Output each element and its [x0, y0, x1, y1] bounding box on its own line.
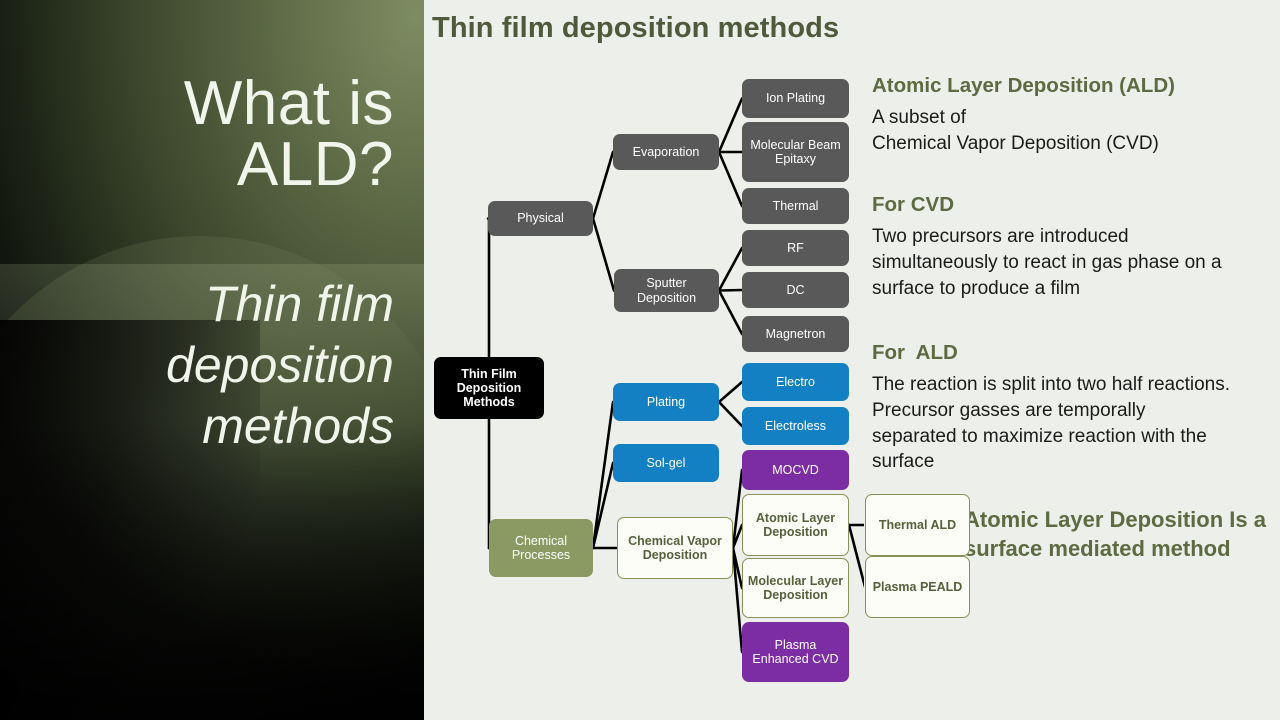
tree-node-label: RF — [787, 240, 804, 255]
tree-node-label: Chemical Vapor Deposition — [628, 533, 722, 562]
edge-sputter-to-dc — [717, 288, 744, 292]
tree-node-thermal[interactable]: Thermal — [742, 188, 849, 224]
edge-plating-to-electroless — [717, 400, 744, 428]
tree-node-label: Plating — [646, 394, 686, 409]
edge-sputter-to-rf — [717, 246, 744, 292]
tree-node-rf[interactable]: RF — [742, 230, 849, 266]
tree-node-label: Sol-gel — [646, 455, 686, 470]
tree-node-pealdnode[interactable]: Plasma PEALD — [865, 556, 970, 618]
tree-node-mld[interactable]: Molecular Layer Deposition — [742, 558, 849, 618]
note-body-for-ald: The reaction is split into two half reac… — [872, 374, 1231, 473]
closing-statement: Atomic Layer Deposition Is a surface med… — [964, 507, 1266, 562]
tree-node-label: Thermal ALD — [878, 517, 957, 532]
tree-node-mocvd[interactable]: MOCVD — [742, 450, 849, 490]
note-heading-for-ald: For ALD — [872, 341, 958, 364]
edge-plating-to-electro — [717, 380, 744, 404]
edge-evaporation-to-ionplating — [717, 97, 744, 154]
note-heading-ald: Atomic Layer Deposition (ALD) — [872, 74, 1175, 97]
edge-evaporation-to-thermal — [717, 150, 744, 208]
tree-node-label: Physical — [517, 211, 564, 226]
title-panel: What is ALD? Thin film deposition method… — [0, 0, 424, 720]
note-body-cvd: Two precursors are introduced simultaneo… — [872, 226, 1222, 299]
tree-node-magnetron[interactable]: Magnetron — [742, 316, 849, 352]
tree-node-sputter[interactable]: Sputter Deposition — [614, 269, 719, 312]
tree-node-label: Evaporation — [632, 144, 700, 159]
edge-sputter-to-magnetron — [717, 289, 744, 336]
tree-node-label: Thin Film Deposition Methods — [456, 366, 522, 410]
tree-node-chemical[interactable]: Chemical Processes — [489, 519, 593, 577]
tree-node-label: Thermal — [772, 198, 819, 213]
tree-node-physical[interactable]: Physical — [488, 201, 593, 236]
tree-node-mbe[interactable]: Molecular Beam Epitaxy — [742, 122, 849, 182]
tree-node-label: Atomic Layer Deposition — [755, 510, 836, 539]
tree-node-label: DC — [786, 282, 805, 297]
tree-node-ald[interactable]: Atomic Layer Deposition — [742, 494, 849, 556]
edge-physical-to-sputter — [591, 217, 616, 292]
tree-node-label: MOCVD — [772, 462, 819, 477]
tree-node-label: Molecular Layer Deposition — [747, 573, 844, 602]
deposition-methods-tree: Thin Film Deposition Methods Physical Chem… — [424, 0, 970, 720]
note-body-ald: A subset of Chemical Vapor Deposition (C… — [872, 107, 1159, 154]
tree-node-dc[interactable]: DC — [742, 272, 849, 308]
slide-canvas: What is ALD? Thin film deposition method… — [0, 0, 1280, 720]
slide-title: What is ALD? — [183, 69, 394, 199]
tree-node-label: Chemical Processes — [511, 533, 571, 562]
tree-node-label: Molecular Beam Epitaxy — [750, 137, 841, 166]
edge-physical-to-evaporation — [591, 150, 615, 220]
tree-node-solgel[interactable]: Sol-gel — [613, 444, 719, 482]
tree-node-label: Ion Plating — [765, 91, 826, 106]
note-heading-cvd: For CVD — [872, 193, 954, 216]
tree-node-label: Electro — [776, 374, 815, 389]
tree-node-label: Sputter Deposition — [636, 276, 697, 305]
tree-node-label: Plasma PEALD — [872, 579, 963, 594]
tree-node-label: Magnetron — [765, 326, 826, 341]
tree-node-electro[interactable]: Electro — [742, 363, 849, 401]
tree-node-label: Electroless — [764, 418, 827, 433]
tree-node-plating[interactable]: Plating — [613, 383, 719, 421]
slide-subtitle: Thin film deposition methods — [166, 276, 394, 454]
content-area: Thin film deposition methods Thin Film D… — [424, 0, 1280, 720]
tree-node-label: Plasma Enhanced CVD — [752, 637, 839, 666]
tree-node-cvd[interactable]: Chemical Vapor Deposition — [617, 517, 733, 579]
edge-ald-to-pealdnode — [847, 523, 864, 588]
tree-node-root[interactable]: Thin Film Deposition Methods — [434, 357, 544, 419]
tree-node-ionplating[interactable]: Ion Plating — [742, 79, 849, 118]
tree-node-pecvd[interactable]: Plasma Enhanced CVD — [742, 622, 849, 682]
tree-node-electroless[interactable]: Electroless — [742, 407, 849, 445]
tree-node-thermalald[interactable]: Thermal ALD — [865, 494, 970, 556]
tree-node-evaporation[interactable]: Evaporation — [613, 134, 719, 170]
